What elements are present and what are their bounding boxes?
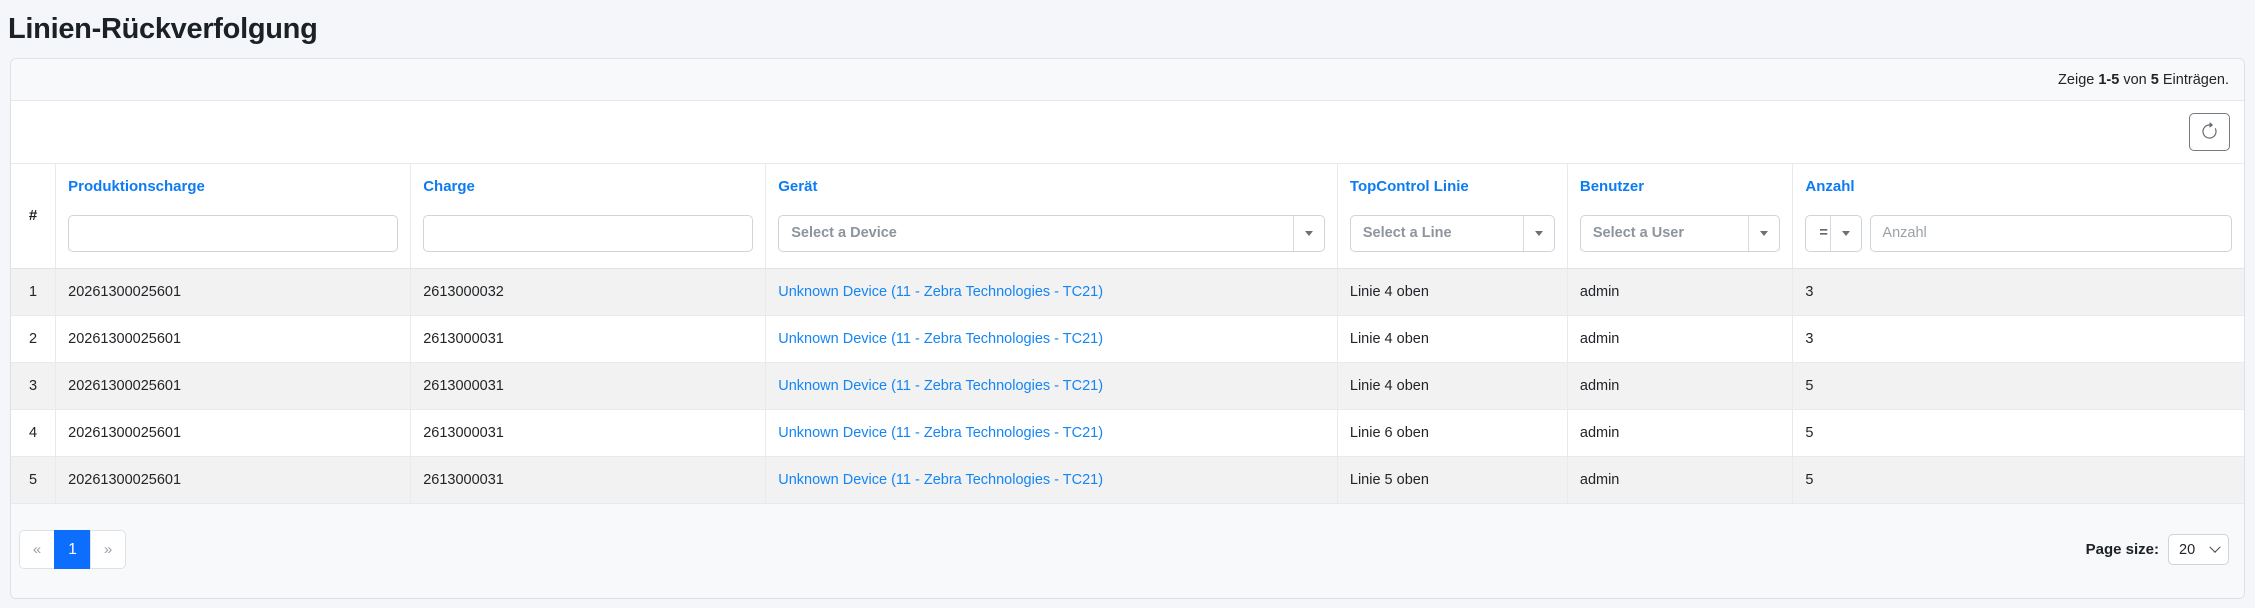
device-link[interactable]: Unknown Device (11 - Zebra Technologies … [778, 331, 1103, 347]
anzahl-filter-input[interactable] [1870, 214, 2232, 252]
summary-of-label: von [2123, 71, 2147, 88]
refresh-icon [2200, 122, 2219, 141]
chevron-down-icon [2209, 541, 2221, 553]
chevron-down-icon [1522, 215, 1554, 251]
pagination: « 1 » [19, 530, 126, 570]
line-filter-select[interactable]: Select a Line [1349, 214, 1555, 252]
column-header-anzahl[interactable]: Anzahl [1805, 178, 1854, 195]
line-filter-placeholder: Select a Line [1362, 225, 1452, 242]
column-header-geraet[interactable]: Gerät [778, 178, 817, 195]
table-row: 4 20261300025601 2613000031 Unknown Devi… [11, 408, 2244, 457]
cell-topcontrol-linie: Linie 4 oben [1336, 314, 1568, 363]
col-geraet: Gerät Select a Device [765, 162, 1338, 269]
cell-geraet: Unknown Device (11 - Zebra Technologies … [765, 267, 1338, 316]
grid-panel: Zeige 1-5 von 5 Einträgen. # Produktions… [10, 57, 2245, 599]
page-title: Linien-Rückverfolgung [8, 13, 318, 45]
col-benutzer: Benutzer Select a User [1566, 162, 1794, 269]
cell-row-number: 2 [11, 314, 57, 363]
column-header-topcontrol-linie[interactable]: TopControl Linie [1350, 178, 1469, 195]
device-link[interactable]: Unknown Device (11 - Zebra Technologies … [778, 472, 1103, 488]
user-filter-select[interactable]: Select a User [1579, 214, 1781, 252]
cell-benutzer: admin [1566, 361, 1794, 410]
cell-produktionscharge: 20261300025601 [55, 408, 412, 457]
device-link[interactable]: Unknown Device (11 - Zebra Technologies … [778, 378, 1103, 394]
table-row: 3 20261300025601 2613000031 Unknown Devi… [11, 361, 2244, 410]
header-row: # Produktionscharge Charge Gerät Select … [11, 162, 2244, 269]
summary-total: 5 [2150, 71, 2159, 88]
cell-charge: 2613000031 [410, 314, 767, 363]
cell-geraet: Unknown Device (11 - Zebra Technologies … [765, 408, 1338, 457]
cell-charge: 2613000032 [410, 267, 767, 316]
column-header-number: # [28, 207, 38, 225]
cell-anzahl: 5 [1792, 361, 2244, 410]
cell-charge: 2613000031 [410, 408, 767, 457]
col-number: # [11, 162, 57, 269]
cell-benutzer: admin [1566, 314, 1794, 363]
cell-row-number: 5 [11, 455, 57, 504]
device-filter-select[interactable]: Select a Device [778, 214, 1325, 252]
cell-anzahl: 3 [1792, 267, 2244, 316]
pagination-first-button[interactable]: « [19, 530, 55, 570]
charge-filter-input[interactable] [423, 214, 754, 252]
cell-charge: 2613000031 [410, 361, 767, 410]
table-row: 1 20261300025601 2613000032 Unknown Devi… [11, 267, 2244, 316]
cell-geraet: Unknown Device (11 - Zebra Technologies … [765, 314, 1338, 363]
column-header-charge[interactable]: Charge [423, 178, 475, 195]
cell-row-number: 4 [11, 408, 57, 457]
cell-produktionscharge: 20261300025601 [55, 455, 412, 504]
device-link[interactable]: Unknown Device (11 - Zebra Technologies … [778, 425, 1103, 441]
summary-entries-label: Einträgen. [2162, 71, 2229, 88]
produktionscharge-filter-input[interactable] [68, 214, 399, 252]
summary-show-label: Zeige [2058, 71, 2095, 88]
cell-topcontrol-linie: Linie 4 oben [1336, 267, 1568, 316]
cell-anzahl: 5 [1792, 455, 2244, 504]
refresh-button[interactable] [2189, 112, 2230, 151]
cell-row-number: 1 [11, 267, 57, 316]
cell-geraet: Unknown Device (11 - Zebra Technologies … [765, 361, 1338, 410]
user-filter-placeholder: Select a User [1592, 225, 1684, 242]
cell-benutzer: admin [1566, 455, 1794, 504]
summary-bar: Zeige 1-5 von 5 Einträgen. [11, 58, 2244, 101]
pagination-last-button[interactable]: » [90, 530, 126, 570]
chevron-down-icon [1830, 215, 1861, 251]
device-link[interactable]: Unknown Device (11 - Zebra Technologies … [778, 284, 1103, 300]
cell-geraet: Unknown Device (11 - Zebra Technologies … [765, 455, 1338, 504]
cell-topcontrol-linie: Linie 5 oben [1336, 455, 1568, 504]
anzahl-operator-value: = [1819, 225, 1828, 242]
summary-range: 1-5 [2098, 71, 2120, 88]
table-row: 5 20261300025601 2613000031 Unknown Devi… [11, 455, 2244, 504]
grid-footer: « 1 » Page size: 20 [11, 503, 2244, 598]
column-header-benutzer[interactable]: Benutzer [1580, 178, 1644, 195]
cell-benutzer: admin [1566, 408, 1794, 457]
cell-anzahl: 5 [1792, 408, 2244, 457]
chevron-down-icon [1292, 215, 1324, 251]
col-anzahl: Anzahl = [1792, 162, 2244, 269]
cell-produktionscharge: 20261300025601 [55, 314, 412, 363]
chevron-down-icon [1748, 215, 1779, 251]
anzahl-operator-select[interactable]: = [1805, 214, 1863, 252]
pagination-page-1[interactable]: 1 [54, 530, 91, 570]
cell-charge: 2613000031 [410, 455, 767, 504]
cell-row-number: 3 [11, 361, 57, 410]
cell-topcontrol-linie: Linie 6 oben [1336, 408, 1568, 457]
traceability-table: # Produktionscharge Charge Gerät Select … [11, 162, 2244, 504]
col-charge: Charge [410, 162, 767, 269]
page-size-control: Page size: 20 [2085, 534, 2229, 566]
page-size-value: 20 [2179, 541, 2196, 558]
table-row: 2 20261300025601 2613000031 Unknown Devi… [11, 314, 2244, 363]
device-filter-placeholder: Select a Device [791, 225, 897, 242]
table-body: 1 20261300025601 2613000032 Unknown Devi… [11, 267, 2244, 504]
page-size-label: Page size: [2085, 541, 2159, 559]
cell-produktionscharge: 20261300025601 [55, 267, 412, 316]
toolbar [11, 100, 2244, 163]
page-size-select[interactable]: 20 [2168, 534, 2229, 566]
col-produktionscharge: Produktionscharge [55, 162, 412, 269]
column-header-produktionscharge[interactable]: Produktionscharge [68, 178, 205, 195]
cell-topcontrol-linie: Linie 4 oben [1336, 361, 1568, 410]
cell-anzahl: 3 [1792, 314, 2244, 363]
cell-benutzer: admin [1566, 267, 1794, 316]
cell-produktionscharge: 20261300025601 [55, 361, 412, 410]
col-topcontrol-linie: TopControl Linie Select a Line [1336, 162, 1568, 269]
